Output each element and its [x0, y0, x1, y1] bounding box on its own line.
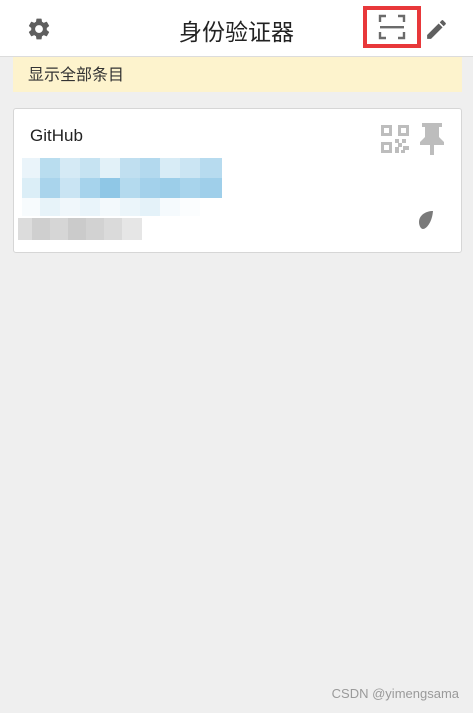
timer-icon: [419, 211, 433, 229]
watermark: CSDN @yimengsama: [331, 686, 459, 701]
pencil-icon: [427, 20, 446, 39]
scan-qr-icon: [378, 14, 406, 40]
entry-issuer: GitHub: [30, 126, 83, 145]
otp-code-redacted: [22, 158, 222, 216]
header-bar: 身份验证器: [0, 0, 473, 57]
qr-code-icon: [381, 125, 409, 153]
show-all-entries-banner[interactable]: 显示全部条目: [13, 57, 462, 92]
pin-button[interactable]: [418, 123, 446, 157]
show-qr-button[interactable]: [381, 125, 409, 153]
pin-icon: [420, 123, 444, 157]
account-name-redacted: [18, 218, 142, 240]
edit-button[interactable]: [424, 17, 449, 42]
scan-qr-button[interactable]: [363, 6, 421, 48]
entry-card[interactable]: GitHub: [13, 108, 462, 253]
